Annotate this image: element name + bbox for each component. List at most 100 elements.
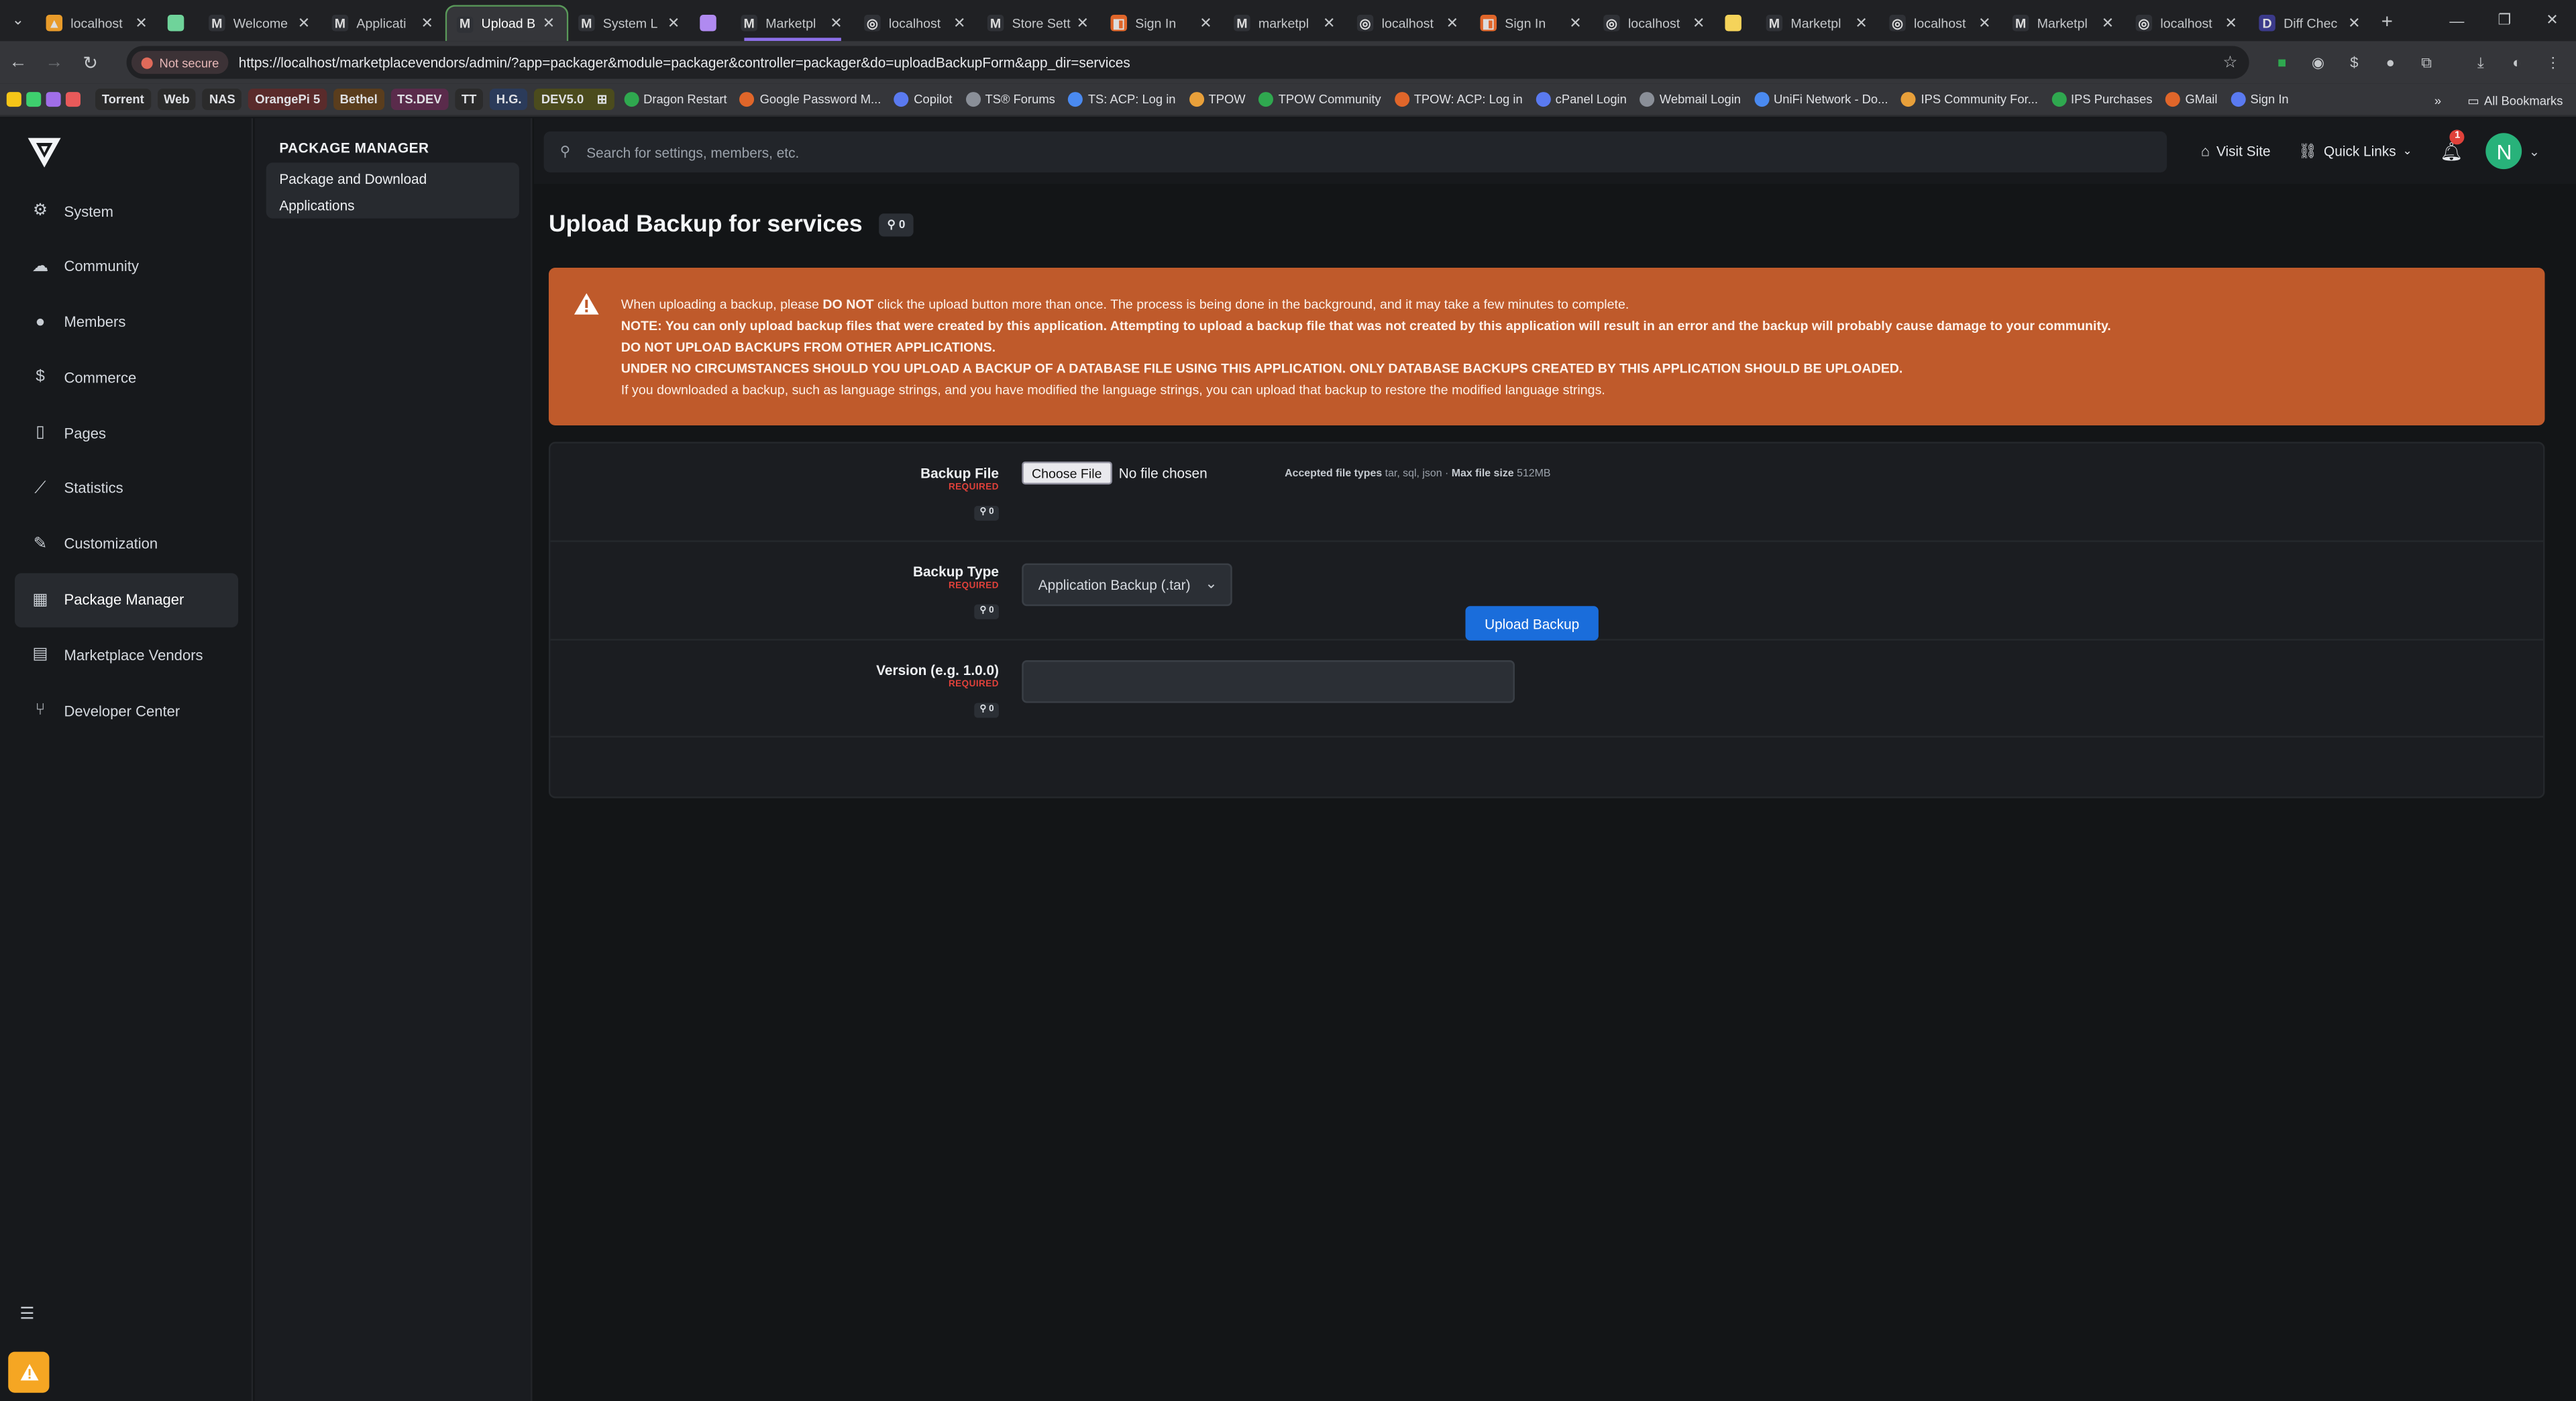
close-tab-icon[interactable]: ✕ [1321, 14, 1337, 32]
apps-grid-icon[interactable]: ⊞ [597, 92, 607, 107]
close-tab-icon[interactable]: ✕ [1567, 14, 1583, 32]
browser-tab[interactable]: ◧ Sign In ✕ [1470, 5, 1594, 41]
green-bookmark-icon[interactable] [26, 92, 42, 107]
bookmark-item[interactable]: TS: ACP: Log in [1062, 87, 1183, 113]
close-tab-icon[interactable]: ✕ [1444, 14, 1460, 32]
browser-tab[interactable]: M Marketpl ✕ [731, 5, 855, 42]
browser-tab[interactable]: M Applicati ✕ [322, 5, 445, 41]
extension-chat-icon[interactable]: ● [2372, 41, 2408, 84]
extensions-puzzle-icon[interactable]: ⧉ [2408, 41, 2445, 84]
back-icon[interactable]: ← [0, 52, 36, 72]
yellow-bookmark-icon[interactable] [6, 92, 21, 107]
browser-tab[interactable] [1717, 5, 1756, 41]
browser-tab[interactable]: M Upload B ✕ [445, 5, 569, 42]
nav-item-package-manager[interactable]: ▦ Package Manager [15, 572, 239, 627]
bookmark-item[interactable]: Sign In [2224, 87, 2295, 113]
bookmark-item[interactable]: Webmail Login [1633, 87, 1748, 113]
extension-copilot-icon[interactable]: ◉ [2300, 41, 2337, 84]
field-search-chip[interactable]: ⚲ 0 [975, 505, 999, 521]
close-tab-icon[interactable]: ✕ [1197, 14, 1214, 32]
nav-item-pages[interactable]: ▯ Pages [15, 406, 238, 460]
close-tab-icon[interactable]: ✕ [2222, 14, 2239, 32]
extension-green-icon[interactable]: ■ [2264, 41, 2300, 84]
purple-bookmark-icon[interactable] [46, 92, 61, 107]
bookmark-item[interactable]: UniFi Network - Do... [1748, 87, 1894, 113]
nav-item-marketplace-vendors[interactable]: ▤ Marketplace Vendors [15, 628, 238, 682]
browser-tab[interactable]: ◎ localhost ✕ [854, 5, 977, 41]
bookmark-item[interactable]: TS.DEV [390, 89, 449, 111]
nav-item-commerce[interactable]: $ Commerce [15, 350, 238, 405]
bookmark-item[interactable]: GMail [2159, 87, 2224, 113]
profile-icon[interactable]: ◐ [2499, 41, 2535, 84]
bookmark-item[interactable]: NAS [203, 89, 242, 111]
bookmark-item[interactable]: Dragon Restart [617, 87, 734, 113]
red-bookmark-icon[interactable] [65, 92, 81, 107]
field-search-chip[interactable]: ⚲ 0 [975, 604, 999, 619]
omnibox[interactable]: Not secure https://localhost/marketplace… [126, 46, 2249, 79]
browser-tab[interactable] [692, 5, 731, 41]
browser-tab[interactable]: D Diff Chec ✕ [2249, 5, 2373, 41]
bookmark-item[interactable]: Bethel [333, 89, 384, 111]
browser-tab[interactable]: M Store Sett ✕ [977, 5, 1101, 41]
minimize-icon[interactable]: — [2433, 12, 2481, 28]
close-tab-icon[interactable]: ✕ [296, 14, 312, 32]
subnav-item-package-download[interactable]: Package and Download Applications [266, 162, 519, 219]
forward-icon[interactable]: → [36, 52, 72, 72]
nav-item-developer-center[interactable]: ⑂ Developer Center [15, 684, 238, 738]
browser-tab[interactable]: ▲ localhost ✕ [36, 5, 160, 41]
close-tab-icon[interactable]: ✕ [1853, 14, 1869, 32]
version-input[interactable] [1022, 660, 1515, 703]
browser-tab[interactable]: ◎ localhost ✕ [1594, 5, 1717, 41]
all-bookmarks[interactable]: All Bookmarks [2484, 93, 2563, 107]
close-tab-icon[interactable]: ✕ [1976, 14, 1992, 32]
search-input[interactable]: ⚲ Search for settings, members, etc. [543, 131, 2167, 173]
backup-type-select[interactable]: Application Backup (.tar) ⌄ [1022, 563, 1232, 607]
bookmark-star-icon[interactable]: ☆ [2223, 54, 2238, 72]
bookmark-item[interactable]: TT [455, 89, 484, 111]
browser-tab[interactable]: M Marketpl ✕ [2002, 5, 2126, 41]
reload-icon[interactable]: ↻ [72, 52, 109, 73]
downloads-icon[interactable]: ⤓ [2463, 41, 2499, 84]
close-tab-icon[interactable]: ✕ [1075, 14, 1091, 32]
browser-tab[interactable]: M System L ✕ [568, 5, 692, 41]
not-secure-badge[interactable]: Not secure [131, 50, 229, 74]
logo-icon[interactable] [26, 136, 62, 169]
close-tab-icon[interactable]: ✕ [2100, 14, 2116, 32]
browser-tab[interactable]: Mmarketpl ✕ [1224, 5, 1347, 41]
browser-tab[interactable] [160, 5, 199, 41]
collapse-menu-icon[interactable]: ☰ [19, 1306, 34, 1324]
bookmark-item[interactable]: TPOW Community [1252, 87, 1387, 113]
bookmark-item[interactable]: Copilot [888, 87, 959, 113]
browser-tab[interactable]: M Marketpl ✕ [1756, 5, 1880, 41]
bookmark-item[interactable]: Google Password M... [733, 87, 888, 113]
browser-tab[interactable]: ◧ Sign In ✕ [1101, 5, 1224, 41]
restore-icon[interactable]: ❐ [2481, 11, 2528, 30]
choose-file-button[interactable]: Choose File [1022, 461, 1112, 485]
tab-search-icon[interactable]: ⌄ [0, 0, 36, 41]
bookmark-item[interactable]: Web [157, 89, 197, 111]
bookmarks-overflow[interactable]: » [2434, 93, 2441, 107]
nav-item-system[interactable]: ⚙ System [15, 184, 238, 238]
bookmark-item[interactable]: TPOW: ACP: Log in [1388, 87, 1529, 113]
field-search-chip[interactable]: ⚲ 0 [975, 703, 999, 718]
visit-site-link[interactable]: ⌂ Visit Site [2201, 143, 2271, 159]
close-tab-icon[interactable]: ✕ [133, 14, 149, 32]
close-tab-icon[interactable]: ✕ [828, 14, 844, 32]
warning-button[interactable] [8, 1351, 50, 1393]
nav-item-members[interactable]: ● Members [15, 295, 238, 350]
nav-item-statistics[interactable]: ⟋ Statistics [15, 462, 238, 516]
bookmark-item[interactable]: TPOW [1182, 87, 1252, 113]
bookmark-item[interactable]: IPS Community For... [1894, 87, 2045, 113]
browser-tab[interactable]: M Welcome ✕ [199, 5, 322, 41]
avatar[interactable]: N [2486, 133, 2522, 170]
browser-tab[interactable]: ◎ localhost ✕ [2126, 5, 2249, 41]
url-text[interactable]: https://localhost/marketplacevendors/adm… [239, 54, 1130, 70]
bookmark-item[interactable]: DEV5.0 ⊞ [535, 89, 614, 111]
close-tab-icon[interactable]: ✕ [665, 14, 682, 32]
bookmark-item[interactable]: TS® Forums [959, 87, 1061, 113]
close-tab-icon[interactable]: ✕ [541, 15, 557, 33]
browser-tab[interactable]: ◎ localhost ✕ [1880, 5, 2003, 41]
nav-item-community[interactable]: ☁ Community [15, 240, 238, 294]
extension-dollar-icon[interactable]: $ [2336, 41, 2372, 84]
bookmark-item[interactable]: cPanel Login [1529, 87, 1633, 113]
